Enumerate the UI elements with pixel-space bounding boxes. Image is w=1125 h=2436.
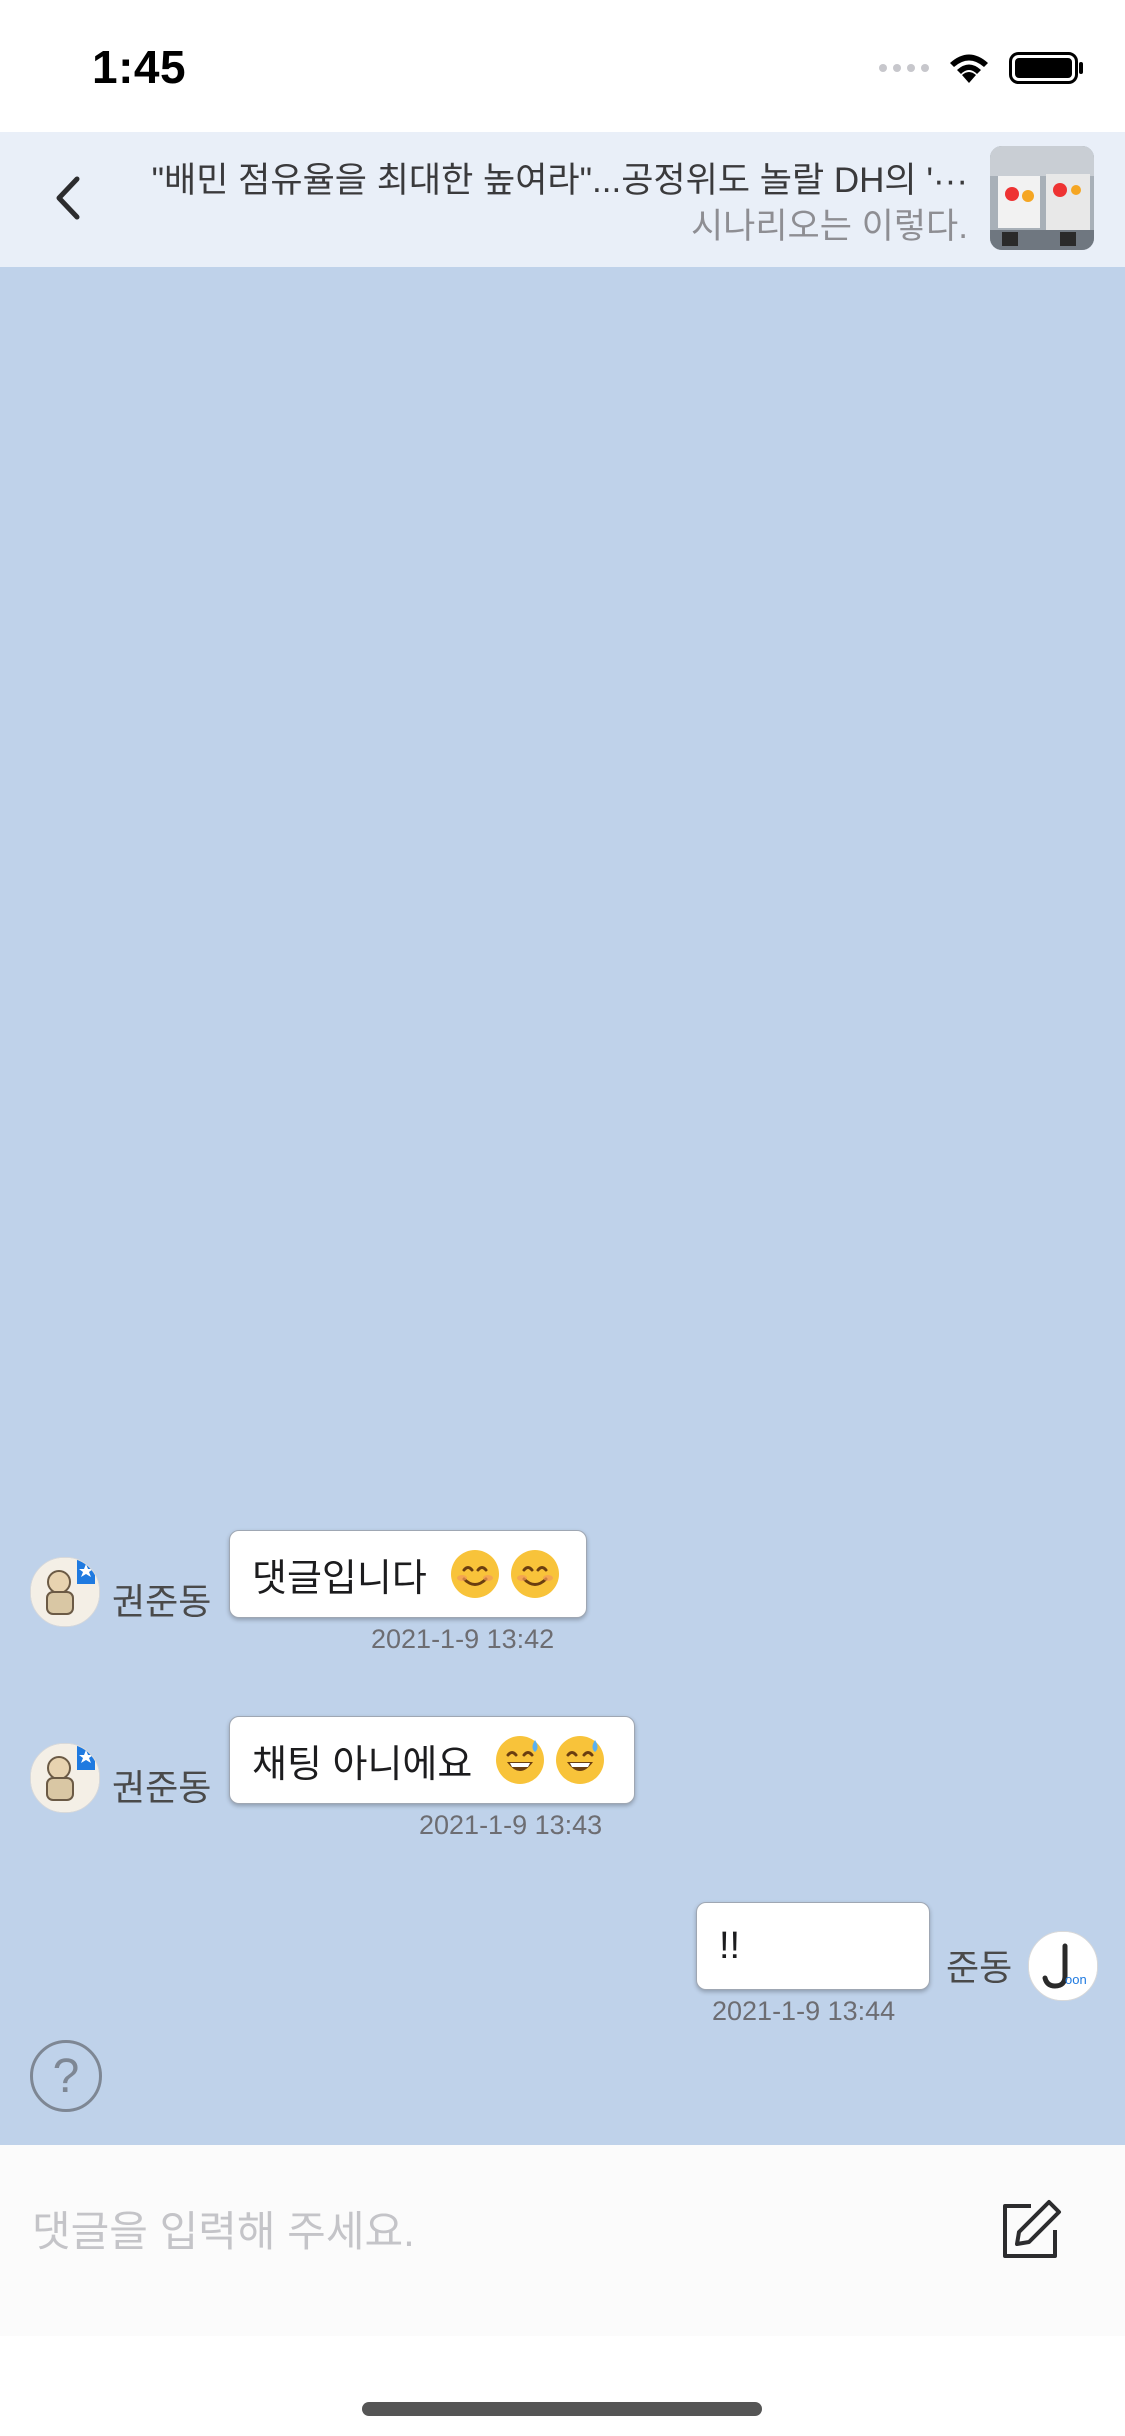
article-header: "배민 점유율을 최대한 높여라"...공정위도 놀랄 DH의 '··· 시나리…: [0, 132, 1125, 268]
message-timestamp: 2021-1-9 13:44: [712, 1996, 896, 2026]
message-text: !!: [719, 1924, 741, 1967]
status-time: 1:45: [92, 41, 187, 93]
home-indicator[interactable]: [362, 2402, 762, 2416]
sender-name: 권준동: [112, 1581, 212, 1622]
question-circle-icon: ?: [52, 2049, 80, 2103]
article-thumbnail[interactable]: [990, 146, 1094, 250]
sweat-smile-emoji-icon: [496, 1736, 545, 1784]
comment-composer: [0, 2145, 1125, 2336]
sender-name: 준동: [946, 1947, 1013, 1988]
message-text: 댓글입니다: [252, 1557, 427, 1600]
article-title[interactable]: "배민 점유율을 최대한 높여라"...공정위도 놀랄 DH의 '···: [150, 152, 968, 203]
avatar[interactable]: oon: [1028, 1931, 1098, 2001]
avatar[interactable]: [30, 1743, 100, 1813]
sweat-smile-emoji-icon: [556, 1736, 605, 1784]
battery-icon: [1009, 52, 1083, 84]
chevron-left-icon: [56, 176, 80, 220]
message-text: 채팅 아니에요: [252, 1743, 473, 1786]
home-area: [0, 2336, 1125, 2436]
wifi-icon: [950, 54, 988, 83]
avatar[interactable]: [30, 1557, 100, 1627]
article-subtitle[interactable]: 시나리오는 이렇다.: [150, 198, 968, 249]
comment-input[interactable]: [30, 2181, 974, 2283]
help-button[interactable]: ?: [30, 2040, 102, 2112]
message-bubble[interactable]: 채팅 아니에요: [229, 1716, 635, 1804]
emoji-group: [494, 1734, 606, 1786]
smiling-face-emoji-icon: [510, 1550, 559, 1598]
message-timestamp: 2021-1-9 13:43: [419, 1810, 603, 1840]
message-bubble[interactable]: !!: [696, 1902, 930, 1990]
back-button[interactable]: [36, 162, 100, 234]
status-bar: 1:45: [0, 0, 1125, 132]
comment-thread[interactable]: 권준동 댓글입니다 2021-1-9 13:42 권준동 채팅 아니에요 202…: [0, 267, 1125, 2145]
message-timestamp: 2021-1-9 13:42: [371, 1624, 555, 1654]
sender-name: 권준동: [112, 1767, 212, 1808]
smiling-face-emoji-icon: [450, 1550, 499, 1598]
cellular-signal-icon: [879, 64, 929, 72]
svg-text:oon: oon: [1065, 1972, 1087, 1987]
edit-icon: [1003, 2200, 1061, 2258]
emoji-group: [449, 1548, 561, 1600]
status-icons: [879, 48, 1085, 88]
compose-button[interactable]: [990, 2191, 1070, 2271]
message-bubble[interactable]: 댓글입니다: [229, 1530, 587, 1618]
